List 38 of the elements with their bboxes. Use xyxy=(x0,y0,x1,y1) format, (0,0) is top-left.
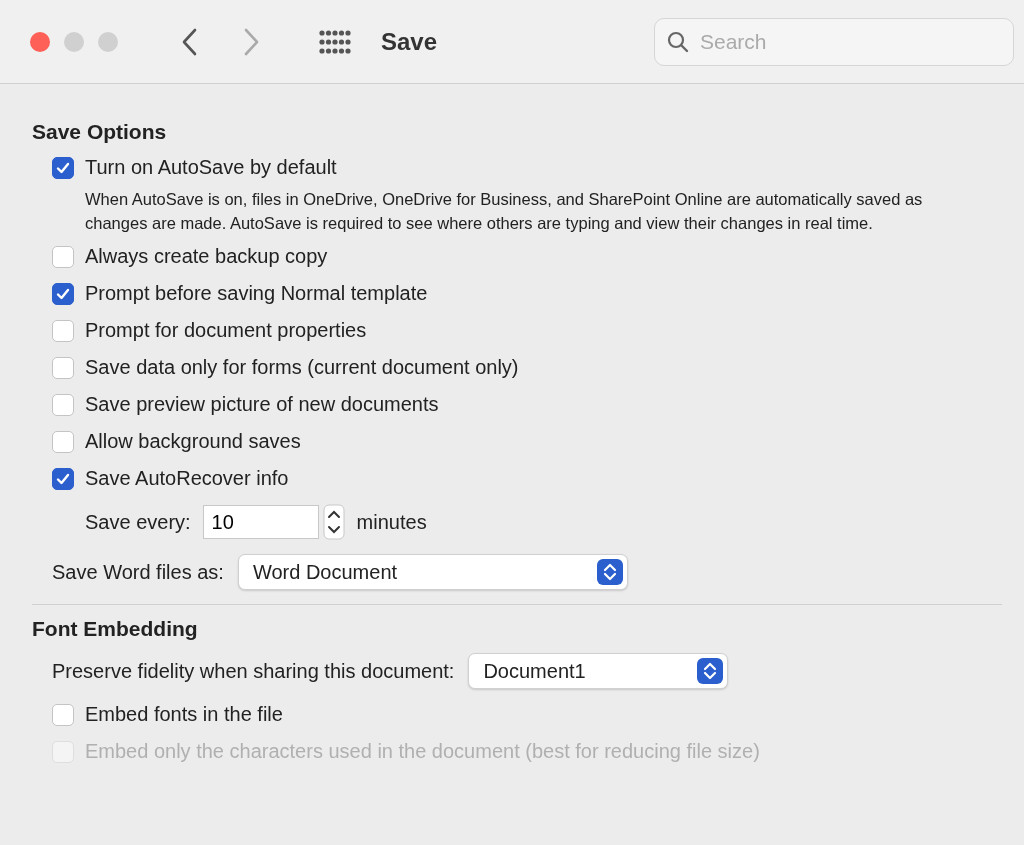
checkbox[interactable] xyxy=(52,430,74,453)
stepper-icon[interactable] xyxy=(322,504,345,540)
search-icon xyxy=(666,29,690,54)
checkbox[interactable] xyxy=(52,156,74,179)
field-label: Save every: xyxy=(85,510,191,534)
checkbox-label[interactable]: Embed fonts in the file xyxy=(85,703,283,726)
up-down-arrows-icon xyxy=(697,658,724,684)
window-title: Save xyxy=(381,27,438,56)
checkbox-label[interactable]: Save data only for forms (current document only) xyxy=(85,356,519,379)
unit-label: minutes xyxy=(356,510,427,534)
checkbox[interactable] xyxy=(52,319,74,342)
minimize-button[interactable] xyxy=(64,31,84,52)
checkbox-label[interactable]: Prompt before saving Normal template xyxy=(85,282,428,305)
zoom-button[interactable] xyxy=(98,31,118,52)
checkbox-label[interactable]: Always create backup copy xyxy=(85,245,328,268)
field-label: Preserve fidelity when sharing this document: xyxy=(52,659,455,683)
checkbox-label[interactable]: Turn on AutoSave by default xyxy=(85,156,337,179)
section-heading: Font Embedding xyxy=(32,617,199,641)
checkbox[interactable] xyxy=(52,703,74,726)
checkbox-label[interactable]: Prompt for document properties xyxy=(85,319,367,342)
checkbox-label[interactable]: Save AutoRecover info xyxy=(85,467,289,490)
field-label: Save Word files as: xyxy=(52,560,224,584)
checkbox-label[interactable]: Save preview picture of new documents xyxy=(85,393,439,416)
checkbox[interactable] xyxy=(52,393,74,416)
checkbox[interactable] xyxy=(52,356,74,379)
section-heading: Save Options xyxy=(32,120,168,144)
checkbox-label[interactable]: Allow background saves xyxy=(85,430,301,453)
description-text: When AutoSave is on, files in OneDrive, OneDrive for Business, and SharePoint Online are automatically saved as changes are made. AutoSave is required to see where others are typing and view their changes in real time. xyxy=(85,189,924,234)
search-field[interactable]: Search xyxy=(654,17,1014,66)
dropdown[interactable]: Word Document xyxy=(237,554,628,590)
checkbox[interactable] xyxy=(52,245,74,268)
dropdown[interactable]: Document1 xyxy=(468,653,729,689)
checkbox[interactable] xyxy=(52,282,74,305)
grid-icon[interactable] xyxy=(319,29,351,54)
up-down-arrows-icon xyxy=(596,559,623,585)
minutes-input-field[interactable]: 10 xyxy=(202,505,319,539)
close-button[interactable] xyxy=(30,31,50,52)
checkbox[interactable] xyxy=(52,467,74,490)
